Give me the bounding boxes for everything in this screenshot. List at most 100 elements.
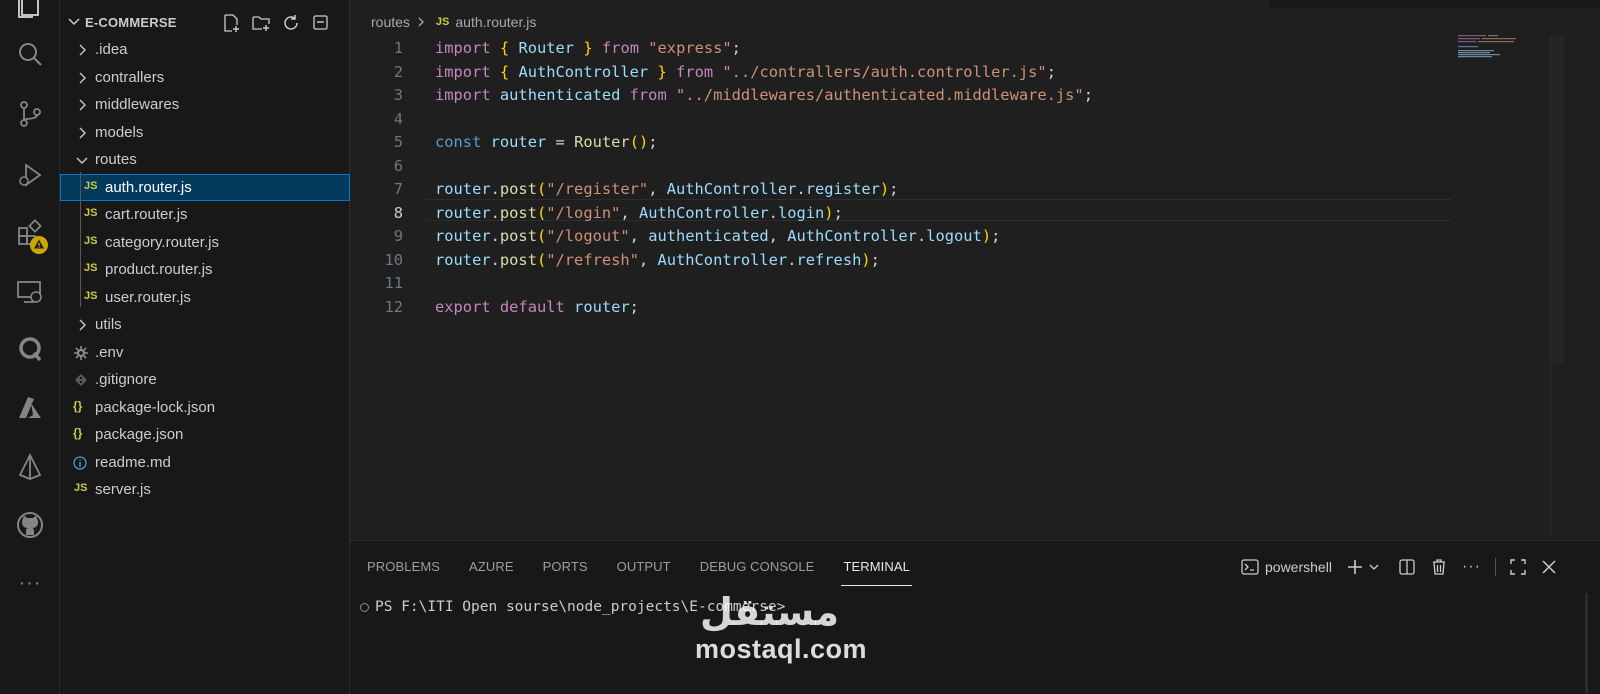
divider [1494, 558, 1496, 576]
source-control-icon[interactable] [15, 99, 45, 129]
tree-label: product.router.js [105, 261, 213, 278]
line-number: 3 [393, 86, 403, 104]
new-folder-icon[interactable] [251, 13, 271, 33]
tab-ports[interactable]: PORTS [543, 559, 588, 581]
bottom-panel: PROBLEMS AZURE PORTS OUTPUT DEBUG CONSOL… [350, 540, 1600, 694]
terminal-output[interactable]: PS F:\ITI Open sourse\node_projects\E-co… [360, 599, 785, 615]
close-panel-icon[interactable] [1542, 554, 1556, 580]
code-line: 6 [350, 155, 1600, 179]
tree-file-product-router[interactable]: JS product.router.js [60, 256, 350, 284]
line-number: 4 [393, 109, 403, 128]
collapse-all-icon[interactable] [311, 13, 331, 33]
tab-debug-console[interactable]: DEBUG CONSOLE [700, 559, 815, 581]
terminal-prompt: PS F:\ITI Open sourse\node_projects\E-co… [375, 599, 786, 615]
explorer-sidebar: E-COMMERSE .idea contrallers middlewares… [60, 0, 350, 694]
tree-label: user.router.js [105, 288, 191, 306]
remote-explorer-icon[interactable] [15, 277, 45, 307]
line-number: 11 [384, 274, 403, 292]
tree-folder-models[interactable]: models [60, 119, 350, 147]
js-file-icon: JS [84, 179, 98, 192]
new-file-icon[interactable] [221, 13, 241, 33]
refresh-icon[interactable] [281, 13, 301, 33]
info-icon [73, 455, 87, 470]
shell-label: powershell [1265, 559, 1332, 575]
deploy-icon[interactable] [15, 452, 45, 482]
terminal-icon [1241, 559, 1259, 575]
chevron-down-icon[interactable] [67, 15, 81, 29]
tree-label: contrallers [95, 68, 165, 86]
code-line: 7 router.post("/register", AuthController… [350, 178, 1600, 202]
code-line: 2 import { AuthController } from "../cont… [350, 61, 1600, 85]
search-icon[interactable] [15, 40, 45, 70]
more-icon[interactable]: ··· [15, 568, 45, 598]
tree-file-category-router[interactable]: JS category.router.js [60, 229, 350, 257]
breadcrumb-file[interactable]: auth.router.js [455, 14, 536, 30]
line-number: 1 [393, 39, 403, 57]
split-terminal-icon[interactable] [1398, 554, 1416, 580]
tree-file-readme[interactable]: readme.md [60, 449, 350, 477]
tree-label: utils [95, 316, 122, 333]
chevron-right-icon [79, 319, 86, 331]
tab-output[interactable]: OUTPUT [617, 559, 671, 581]
code-line: 9 router.post("/logout", authenticated, A… [350, 225, 1600, 249]
explorer-icon[interactable] [15, 0, 45, 20]
new-terminal-icon[interactable] [1346, 554, 1364, 580]
panel-actions: powershell ··· [1241, 554, 1556, 580]
editor-tab-strip [350, 0, 1600, 8]
chevron-right-icon [79, 99, 86, 111]
indent-guide [80, 172, 81, 307]
line-number: 8 [393, 203, 403, 222]
tree-file-user-router[interactable]: JS user.router.js [60, 284, 350, 312]
tree-file-env[interactable]: .env [60, 339, 350, 367]
code-line: 12 export default router; [350, 296, 1600, 320]
tree-label: models [95, 123, 144, 141]
tab-azure[interactable]: AZURE [469, 559, 514, 581]
json-file-icon: {} [73, 398, 83, 413]
minimap[interactable] [1458, 34, 1518, 58]
tree-file-package-lock[interactable]: {} package-lock.json [60, 394, 350, 422]
editor-scrollbar-thumb[interactable] [1550, 36, 1564, 363]
tree-folder-idea[interactable]: .idea [60, 36, 350, 64]
code-editor[interactable]: routes JS auth.router.js 1 import { Route… [350, 0, 1600, 540]
code-lines[interactable]: 1 import { Router } from "express"; 2 impo… [350, 37, 1600, 319]
command-decoration-icon [360, 602, 369, 612]
tab-terminal[interactable]: TERMINAL [841, 559, 912, 586]
breadcrumb-folder[interactable]: routes [371, 14, 410, 30]
tree-folder-utils[interactable]: utils [60, 311, 350, 339]
js-file-icon: JS [84, 207, 98, 219]
chevron-down-icon[interactable] [1368, 554, 1380, 580]
js-file-icon: JS [84, 289, 98, 302]
code-line: 4 [350, 108, 1600, 132]
activity-bar: ··· [0, 0, 60, 694]
chevron-right-icon [418, 17, 424, 27]
explorer-header[interactable]: E-COMMERSE [60, 10, 350, 36]
terminal-scrollbar[interactable] [1585, 593, 1588, 693]
more-actions-icon[interactable]: ··· [1462, 554, 1481, 580]
tree-label: server.js [95, 481, 151, 498]
terminal-shell-selector[interactable]: powershell [1241, 554, 1332, 580]
tree-file-auth-router[interactable]: JS auth.router.js [60, 173, 350, 201]
chevron-right-icon [79, 72, 86, 83]
panel-tabs: PROBLEMS AZURE PORTS OUTPUT DEBUG CONSOL… [367, 559, 939, 586]
quokka-icon[interactable] [15, 334, 45, 364]
line-number: 6 [393, 156, 403, 175]
tree-folder-middlewares[interactable]: middlewares [60, 91, 350, 119]
code-line: 8 router.post("/login", AuthController.lo… [350, 202, 1600, 226]
chevron-right-icon [79, 44, 86, 56]
code-line: 11 [350, 272, 1600, 296]
tree-folder-routes[interactable]: routes [60, 146, 350, 174]
json-file-icon: {} [73, 426, 83, 440]
tree-folder-contrallers[interactable]: contrallers [60, 64, 350, 92]
maximize-panel-icon[interactable] [1510, 554, 1526, 580]
azure-icon[interactable] [15, 393, 45, 423]
run-debug-icon[interactable] [15, 160, 45, 190]
tree-file-gitignore[interactable]: .gitignore [60, 366, 350, 394]
tree-file-server[interactable]: JS server.js [60, 476, 350, 504]
trash-icon[interactable] [1430, 554, 1448, 580]
tree-label: .idea [95, 41, 128, 58]
github-icon[interactable] [15, 510, 45, 540]
tree-label: middlewares [95, 96, 180, 113]
tab-problems[interactable]: PROBLEMS [367, 559, 440, 581]
tree-file-cart-router[interactable]: JS cart.router.js [60, 201, 350, 229]
tree-file-package[interactable]: {} package.json [60, 421, 350, 449]
